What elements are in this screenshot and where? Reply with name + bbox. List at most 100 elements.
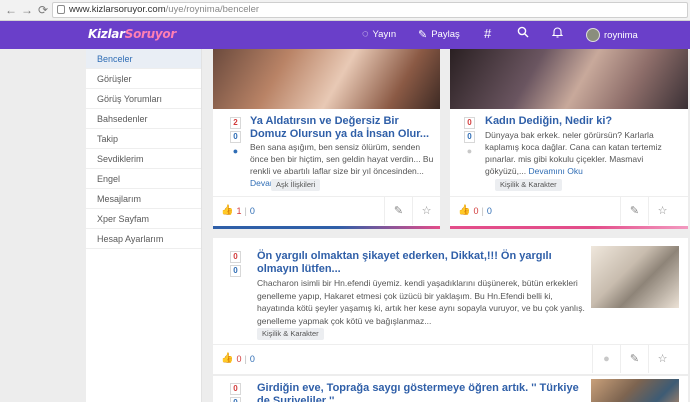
post-title[interactable]: Kadın Dediğin, Nedir ki?	[485, 115, 681, 128]
post-stats: 👍 1 | 0	[221, 205, 255, 216]
url-path: /uye/roynima/benceler	[165, 4, 260, 15]
sidebar-item-takip[interactable]: Takip	[86, 129, 201, 149]
pin-icon: ✎	[629, 353, 640, 365]
site-header: KizlarSoruyor ◌ Yayın ✎ Paylaş # roynima	[0, 21, 690, 49]
downvote-count[interactable]: 0	[230, 131, 241, 143]
bulb-button[interactable]: ●	[592, 345, 620, 373]
post-image[interactable]	[591, 246, 679, 308]
vote-column: 0 0	[230, 251, 242, 279]
bulb-icon[interactable]: ●	[464, 145, 475, 157]
content-area: 2 0 ● Ya Aldatırsın ve Değersiz Bir Domu…	[202, 49, 690, 402]
thumbs-up-icon[interactable]: 👍	[221, 205, 233, 216]
back-icon[interactable]: ←	[4, 2, 18, 18]
post-stats: 👍 0 | 0	[221, 353, 255, 364]
url-domain: www.kizlarsoruyor.com	[69, 4, 166, 15]
upvote-count[interactable]: 2	[230, 117, 241, 129]
favorite-button[interactable]: ☆	[648, 345, 676, 373]
live-label: Yayın	[372, 28, 397, 40]
downvote-count[interactable]: 0	[230, 265, 241, 277]
accent-bar	[450, 226, 688, 229]
like-count: 0	[236, 353, 242, 364]
category-tag[interactable]: Kişilik & Karakter	[495, 179, 562, 191]
thumbs-up-icon[interactable]: 👍	[221, 353, 233, 364]
post-excerpt: Chacharon isimli bir Hn.efendi üyemiz. k…	[257, 278, 585, 326]
sidebar-item-sevdiklerim[interactable]: Sevdiklerim	[86, 149, 201, 169]
like-count: 0	[473, 205, 479, 216]
forward-icon[interactable]: →	[20, 2, 34, 18]
user-menu[interactable]: roynima	[586, 28, 638, 42]
bulb-icon: ●	[603, 353, 610, 365]
address-bar[interactable]: www.kizlarsoruyor.com/uye/roynima/bencel…	[52, 2, 688, 18]
page-info-icon[interactable]	[57, 5, 65, 14]
notifications-button[interactable]	[552, 26, 563, 38]
thumbs-up-icon[interactable]: 👍	[458, 205, 470, 216]
search-button[interactable]	[517, 26, 529, 38]
favorite-button[interactable]: ☆	[412, 197, 440, 225]
post-title[interactable]: Ya Aldatırsın ve Değersiz Bir Domuz Olur…	[250, 115, 436, 141]
sidebar-item-engel[interactable]: Engel	[86, 169, 201, 189]
bell-icon	[552, 27, 563, 38]
pin-button[interactable]: ✎	[620, 197, 648, 225]
post-stats: 👍 0 | 0	[458, 205, 492, 216]
share-button[interactable]: ✎ Paylaş	[418, 28, 460, 41]
vote-column: 0 0 ●	[464, 117, 476, 157]
post-excerpt: Dünyaya bak erkek. neler görürsün? Karla…	[485, 130, 662, 176]
sidebar-item-hesap-ayarlarim[interactable]: Hesap Ayarlarım	[86, 229, 201, 249]
pin-icon: ✎	[393, 205, 404, 217]
pin-button[interactable]: ✎	[620, 345, 648, 373]
accent-bar	[213, 226, 440, 229]
search-icon	[517, 26, 529, 38]
downvote-count[interactable]: 0	[230, 397, 241, 402]
reload-icon[interactable]: ⟳	[36, 2, 50, 18]
star-icon: ☆	[657, 205, 668, 217]
upvote-count[interactable]: 0	[230, 383, 241, 395]
post-footer: 👍 0 | 0 ● ✎ ☆	[213, 344, 688, 374]
hashtag-button[interactable]: #	[484, 26, 491, 41]
pin-button[interactable]: ✎	[384, 197, 412, 225]
category-tag[interactable]: Aşk İlişkileri	[271, 179, 321, 191]
sidebar-item-mesajlarim[interactable]: Mesajlarım	[86, 189, 201, 209]
post-image[interactable]	[591, 379, 679, 402]
comment-count: 0	[486, 205, 492, 216]
post-card: 0 0 Ön yargılı olmaktan şikayet ederken,…	[213, 238, 688, 374]
vote-column: 0 0	[230, 383, 242, 402]
like-count: 1	[236, 205, 242, 216]
star-icon: ☆	[421, 205, 432, 217]
sidebar-item-gorusler[interactable]: Görüşler	[86, 69, 201, 89]
sidebar-item-bahsedenler[interactable]: Bahsedenler	[86, 109, 201, 129]
star-icon: ☆	[657, 353, 668, 365]
post-card: 0 0 Girdiğin eve, Toprağa saygı gösterme…	[213, 376, 688, 402]
avatar	[586, 28, 600, 42]
read-more-link[interactable]: Devamını Oku	[528, 166, 582, 176]
downvote-count[interactable]: 0	[464, 131, 475, 143]
pin-icon: ✎	[629, 205, 640, 217]
comment-count: 0	[249, 353, 255, 364]
post-title[interactable]: Girdiğin eve, Toprağa saygı göstermeye ö…	[257, 382, 587, 402]
vote-column: 2 0 ●	[230, 117, 242, 157]
post-footer: 👍 1 | 0 ✎ ☆	[213, 196, 440, 225]
post-title[interactable]: Ön yargılı olmaktan şikayet ederken, Dik…	[257, 250, 587, 276]
bulb-icon[interactable]: ●	[230, 145, 241, 157]
comment-count: 0	[249, 205, 255, 216]
upvote-count[interactable]: 0	[464, 117, 475, 129]
profile-sidebar: Benceler Görüşler Görüş Yorumları Bahsed…	[86, 49, 202, 402]
category-tag[interactable]: Kişilik & Karakter	[257, 328, 324, 340]
site-logo[interactable]: KizlarSoruyor	[88, 27, 176, 41]
post-footer: 👍 0 | 0 ✎ ☆	[450, 196, 688, 225]
divider: |	[244, 353, 247, 364]
favorite-button[interactable]: ☆	[648, 197, 676, 225]
share-label: Paylaş	[431, 29, 460, 40]
sidebar-item-xper-sayfam[interactable]: Xper Sayfam	[86, 209, 201, 229]
post-card: 0 0 ● Kadın Dediğin, Nedir ki? Dünyaya b…	[450, 49, 688, 229]
post-image[interactable]	[450, 49, 688, 109]
sidebar-item-benceler[interactable]: Benceler	[86, 49, 201, 69]
upvote-count[interactable]: 0	[230, 251, 241, 263]
post-image[interactable]	[213, 49, 440, 109]
live-button[interactable]: ◌ Yayın	[362, 28, 396, 40]
browser-toolbar: ← → ⟳ www.kizlarsoruyor.com/uye/roynima/…	[0, 0, 690, 21]
divider: |	[481, 205, 484, 216]
sidebar-item-gorus-yorumlari[interactable]: Görüş Yorumları	[86, 89, 201, 109]
username: roynima	[604, 29, 638, 41]
divider: |	[244, 205, 247, 216]
pencil-icon: ✎	[418, 29, 428, 41]
